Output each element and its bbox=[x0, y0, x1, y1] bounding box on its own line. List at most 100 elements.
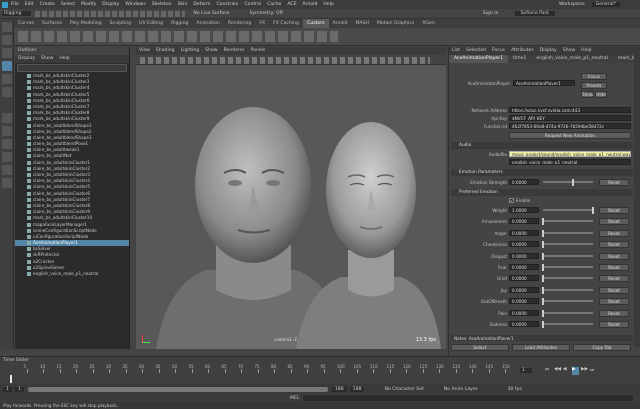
emotion-slider-disgust[interactable] bbox=[543, 254, 593, 257]
outliner-search-input[interactable] bbox=[17, 64, 127, 72]
search-icon[interactable] bbox=[2, 178, 12, 188]
outliner-menu-help[interactable]: Help bbox=[59, 55, 69, 63]
playback-end-field[interactable]: 188 bbox=[331, 386, 347, 392]
emotion-reset-button-weight[interactable]: Reset bbox=[599, 207, 629, 214]
mode-select[interactable]: Rigging bbox=[2, 11, 32, 16]
viewport-menu-show[interactable]: Show bbox=[205, 47, 217, 55]
presets-button[interactable]: Presets bbox=[581, 82, 607, 89]
range-end-field[interactable]: 188 bbox=[349, 386, 365, 392]
lasso-tool-icon[interactable] bbox=[2, 35, 12, 45]
playback-start-field[interactable]: 1 bbox=[14, 386, 24, 392]
emotion-field-outofbreath[interactable]: 0.0000 bbox=[509, 298, 539, 305]
layout-four-icon[interactable] bbox=[2, 126, 12, 136]
ae-menu-help[interactable]: Help bbox=[581, 47, 591, 55]
shelf-tab-surfaces[interactable]: Surfaces bbox=[38, 19, 66, 28]
emotion-field-cheekiness[interactable]: 0.0000 bbox=[509, 241, 539, 248]
show-button[interactable]: Show bbox=[581, 91, 593, 98]
emotion-knob-outofbreath[interactable] bbox=[542, 298, 544, 306]
emotion-slider-cheekiness[interactable] bbox=[543, 243, 593, 246]
enable-checkbox[interactable]: ✓ bbox=[509, 198, 514, 203]
emotion-slider-outofbreath[interactable] bbox=[543, 300, 593, 303]
emotion-strength-knob[interactable] bbox=[572, 179, 574, 186]
emotion-slider-joy[interactable] bbox=[543, 288, 593, 291]
menu-skeleton[interactable]: Skeleton bbox=[152, 2, 172, 7]
copy-tab-button[interactable]: Copy Tab bbox=[573, 344, 631, 351]
shelf-tab-rigging[interactable]: Rigging bbox=[167, 19, 192, 28]
menu-control[interactable]: Control bbox=[244, 2, 261, 7]
viewport-menu-lighting[interactable]: Lighting bbox=[181, 47, 200, 55]
command-input[interactable] bbox=[303, 395, 634, 401]
menu-ace[interactable]: ACE bbox=[287, 2, 296, 7]
range-start-field[interactable]: 1 bbox=[3, 386, 12, 392]
emotion-field-anger[interactable]: 0.0000 bbox=[509, 229, 539, 236]
layout-outliner-icon[interactable] bbox=[2, 152, 12, 162]
viewport-scene[interactable]: camera1 -Z 13.3 fps bbox=[136, 65, 446, 349]
shelf-tab-sculpting[interactable]: Sculpting bbox=[106, 19, 135, 28]
emotion-slider-sadness[interactable] bbox=[543, 323, 593, 325]
ae-menu-focus[interactable]: Focus bbox=[492, 47, 505, 55]
shelf-tab-rendering[interactable]: Rendering bbox=[224, 19, 255, 28]
symmetry-select[interactable]: Symmetry: Off bbox=[249, 11, 282, 16]
current-frame-field[interactable]: 1 bbox=[520, 368, 532, 373]
audiofile-field[interactable]: maya_project/sound/english_voice_male_p1… bbox=[509, 151, 631, 157]
menu-help[interactable]: Help bbox=[323, 2, 333, 7]
ae-menu-attributes[interactable]: Attributes bbox=[511, 47, 534, 55]
step-forward-icon[interactable]: ▶▶ bbox=[581, 367, 588, 375]
layout-graph-icon[interactable] bbox=[2, 165, 12, 175]
fps-select[interactable]: 30 fps bbox=[508, 387, 522, 392]
menu-deform[interactable]: Deform bbox=[193, 2, 210, 7]
select-button[interactable]: Select bbox=[451, 344, 509, 351]
shelf-tab-xgen[interactable]: XGen bbox=[418, 19, 438, 28]
function-id-field[interactable]: 462f7853-60e8-474a-9726-7b594be58472c bbox=[509, 123, 631, 129]
menu-constrain[interactable]: Constrain bbox=[216, 2, 238, 7]
workspace-select[interactable]: General* bbox=[591, 2, 620, 7]
menu-skin[interactable]: Skin bbox=[178, 2, 188, 7]
emotion-strength-field[interactable]: 0.6000 bbox=[509, 179, 539, 185]
go-end-icon[interactable]: ⏭ bbox=[590, 367, 597, 375]
emotion-knob-joy[interactable] bbox=[542, 286, 544, 294]
emotion-knob-cheekiness[interactable] bbox=[542, 241, 544, 249]
ae-menu-list[interactable]: List bbox=[452, 47, 460, 55]
shelf-tab-arnold[interactable]: Arnold bbox=[329, 19, 352, 28]
preferred-emotion-section[interactable]: Preferred Emotion bbox=[451, 189, 633, 196]
playhead[interactable] bbox=[10, 375, 12, 383]
viewport-toolbar-icons[interactable] bbox=[140, 57, 430, 64]
ae-menu-display[interactable]: Display bbox=[540, 47, 557, 55]
load-attributes-button[interactable]: Load Attributes bbox=[512, 344, 570, 351]
play-forward-icon[interactable]: ▶ bbox=[572, 367, 579, 375]
network-address-field[interactable]: https://grpc.nvcf.nvidia.com:443 bbox=[509, 107, 631, 113]
shelf-tab-animation[interactable]: Animation bbox=[192, 19, 223, 28]
emotion-knob-pain[interactable] bbox=[542, 309, 544, 317]
viewport-menu-renderer[interactable]: Renderer bbox=[224, 47, 245, 55]
emotion-parameters-section[interactable]: Emotion Parameters bbox=[451, 169, 633, 176]
emotion-field-pain[interactable]: 0.0000 bbox=[509, 309, 539, 316]
viewport-menu-view[interactable]: View bbox=[139, 47, 150, 55]
emotion-knob-disgust[interactable] bbox=[542, 252, 544, 260]
shelf-tab-motion-graphics[interactable]: Motion Graphics bbox=[373, 19, 418, 28]
emotion-reset-button-joy[interactable]: Reset bbox=[599, 286, 629, 294]
character-set-select[interactable]: No Character Set bbox=[384, 387, 423, 392]
range-bar[interactable] bbox=[27, 386, 328, 392]
emotion-knob-sadness[interactable] bbox=[542, 321, 544, 328]
no-live-surface[interactable]: No Live Surface bbox=[193, 11, 229, 16]
step-back-icon[interactable]: ◀◀ bbox=[554, 367, 561, 375]
emotion-slider-anger[interactable] bbox=[543, 231, 593, 234]
ae-tab[interactable]: english_voice_male_p1_neutral bbox=[531, 55, 613, 63]
audiofile-select[interactable]: english_voice_male_p1_neutral bbox=[509, 159, 631, 165]
menu-modify[interactable]: Modify bbox=[81, 2, 96, 7]
emotion-slider-amazement[interactable] bbox=[543, 220, 593, 223]
menu-edit[interactable]: Edit bbox=[25, 2, 34, 7]
shelf-tab-custom[interactable]: Custom bbox=[302, 19, 329, 28]
emotion-field-weight[interactable]: 1.0000 bbox=[509, 207, 539, 213]
select-tool-icon[interactable] bbox=[2, 22, 12, 32]
menu-display[interactable]: Display bbox=[102, 2, 119, 7]
scale-tool-icon[interactable] bbox=[2, 87, 12, 97]
paint-tool-icon[interactable] bbox=[2, 48, 12, 58]
api-key-field[interactable]: $NVCF_API_KEY bbox=[509, 115, 631, 121]
user-account[interactable]: Sofiane Park bbox=[514, 11, 556, 16]
menu-arnold[interactable]: Arnold bbox=[303, 2, 318, 7]
side-panel-tabs[interactable] bbox=[634, 47, 640, 347]
emotion-reset-button-cheekiness[interactable]: Reset bbox=[599, 241, 629, 249]
emotion-field-grief[interactable]: 0.0000 bbox=[509, 275, 539, 282]
play-back-icon[interactable]: ◀ bbox=[563, 367, 570, 375]
